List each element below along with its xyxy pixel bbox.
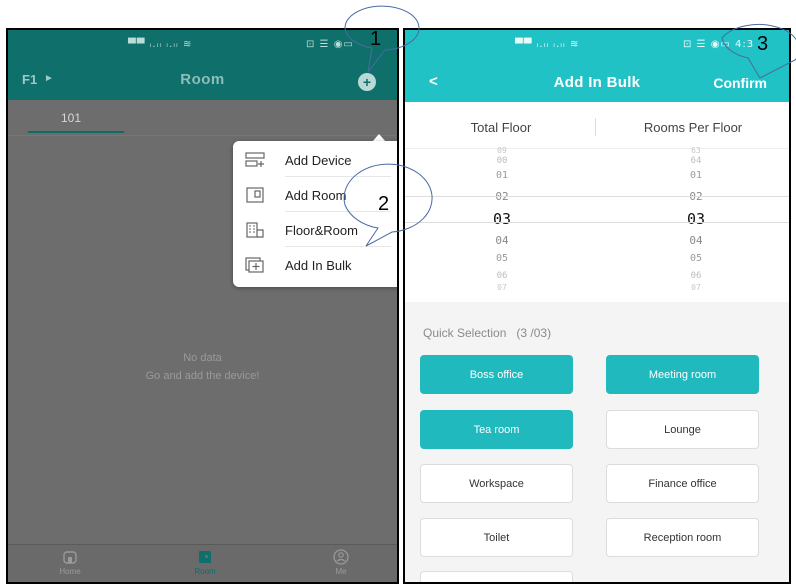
annotation-layer — [343, 5, 796, 247]
annotation-number-3: 3 — [757, 33, 769, 55]
callout-bubble-1 — [344, 5, 420, 73]
annotation-number-2: 2 — [378, 193, 390, 215]
annotation-number-1: 1 — [370, 28, 382, 50]
screenshot-canvas: ▀▀ ᵢ.ᵢᵢ ᵢ.ᵢᵢ ≋ ⊡ ☰ ◉▭ F1 ► Room + 101 No… — [0, 0, 796, 584]
